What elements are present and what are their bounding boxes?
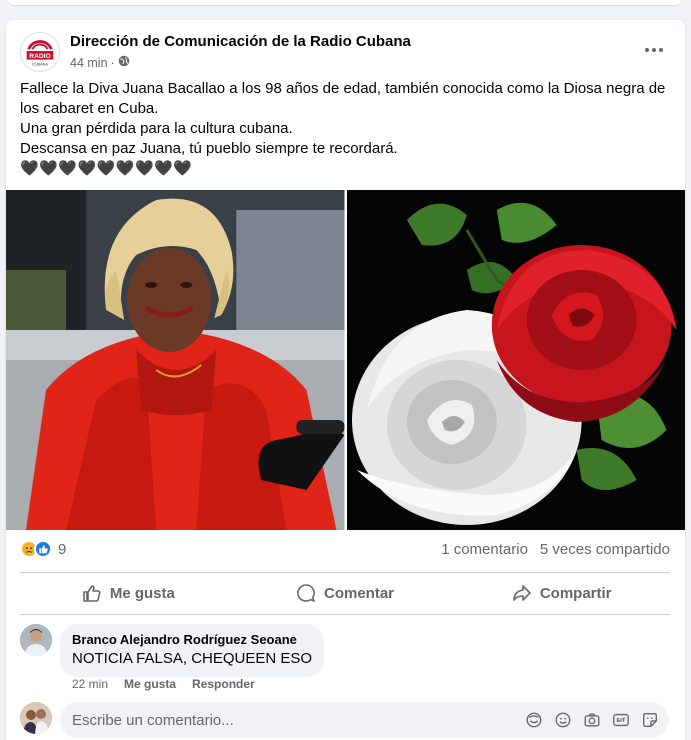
- commenter-avatar[interactable]: [20, 624, 52, 656]
- post-meta: 44 min ·: [70, 55, 130, 70]
- avatar-sticker-icon[interactable]: [524, 710, 544, 730]
- comment-reply-link[interactable]: Responder: [192, 677, 255, 691]
- comment-meta: 22 min Me gusta Responder: [72, 677, 255, 691]
- post-text-line: Una gran pérdida para la cultura cubana.: [20, 120, 293, 137]
- comment-bubble-icon: [297, 584, 315, 602]
- comment-text: NOTICIA FALSA, CHEQUEEN ESO: [72, 650, 313, 667]
- comment-like-link[interactable]: Me gusta: [124, 677, 176, 691]
- divider: [20, 572, 670, 573]
- previous-card-edge: [8, 0, 681, 6]
- commenter-photo-image: [20, 624, 52, 656]
- action-bar: Me gusta Comentar Compartir: [20, 575, 670, 611]
- reactions-summary[interactable]: 9: [20, 540, 66, 558]
- post-body: Fallece la Diva Juana Bacallao a los 98 …: [20, 79, 670, 179]
- comment-button-label: Comentar: [324, 584, 395, 602]
- portrait-photo-image: [6, 190, 345, 530]
- comment-composer: Escribe un comentario...: [20, 702, 670, 738]
- post-header: RADIO CUBANA Dirección de Comunicación d…: [20, 32, 670, 72]
- current-user-avatar[interactable]: [20, 702, 52, 734]
- logo-subtext: CUBANA: [32, 62, 48, 66]
- page-name-link[interactable]: Dirección de Comunicación de la Radio Cu…: [70, 33, 411, 50]
- share-button[interactable]: Compartir: [453, 575, 670, 611]
- engagement-bar: 9 1 comentario 5 veces compartido: [20, 540, 670, 562]
- emoji-icon[interactable]: [553, 710, 573, 730]
- thumbs-up-icon: [83, 585, 101, 602]
- current-user-photo-image: [20, 702, 52, 734]
- comment-time[interactable]: 22 min: [72, 677, 108, 691]
- divider: [20, 614, 670, 615]
- comment-count-link[interactable]: 1 comentario: [441, 541, 528, 558]
- sticker-icon[interactable]: [640, 710, 660, 730]
- logo-text: RADIO: [29, 53, 50, 60]
- page-avatar[interactable]: RADIO CUBANA: [20, 32, 60, 72]
- more-dot-icon: [652, 48, 656, 52]
- more-dot-icon: [659, 48, 663, 52]
- like-reaction-icon: [34, 540, 52, 558]
- photo-roses[interactable]: [346, 190, 685, 530]
- like-button[interactable]: Me gusta: [20, 575, 237, 611]
- gif-icon[interactable]: [611, 710, 631, 730]
- post-text-line: Descansa en paz Juana, tú pueblo siempre…: [20, 140, 398, 157]
- post-text-line: Fallece la Diva Juana Bacallao a los 98 …: [20, 80, 666, 117]
- like-button-label: Me gusta: [109, 584, 175, 602]
- photo-grid: [6, 190, 685, 530]
- share-arrow-icon: [513, 585, 531, 601]
- reaction-count: 9: [58, 540, 67, 558]
- post-card: RADIO CUBANA Dirección de Comunicación d…: [6, 20, 685, 740]
- camera-icon[interactable]: [582, 710, 602, 730]
- post-time[interactable]: 44 min: [70, 56, 108, 70]
- composer-tools: [524, 710, 660, 730]
- share-button-label: Compartir: [539, 584, 612, 602]
- globe-icon: [118, 55, 130, 70]
- radio-cubana-logo-icon: RADIO CUBANA: [21, 33, 59, 71]
- meta-dot: ·: [110, 55, 115, 70]
- roses-image: [346, 190, 685, 530]
- comment-button[interactable]: Comentar: [237, 575, 454, 611]
- photo-juana-bacallao[interactable]: [6, 190, 345, 530]
- share-count-link[interactable]: 5 veces compartido: [540, 541, 670, 558]
- more-options-button[interactable]: [638, 36, 670, 64]
- black-hearts-emoji: 🖤🖤🖤🖤🖤🖤🖤🖤🖤: [20, 160, 193, 177]
- comment-bubble: Branco Alejandro Rodríguez Seoane NOTICI…: [60, 624, 325, 677]
- comment-input-placeholder: Escribe un comentario...: [72, 711, 234, 729]
- more-dot-icon: [645, 48, 649, 52]
- comment-author-link[interactable]: Branco Alejandro Rodríguez Seoane: [72, 632, 312, 648]
- stats-right: 1 comentario 5 veces compartido: [441, 541, 670, 558]
